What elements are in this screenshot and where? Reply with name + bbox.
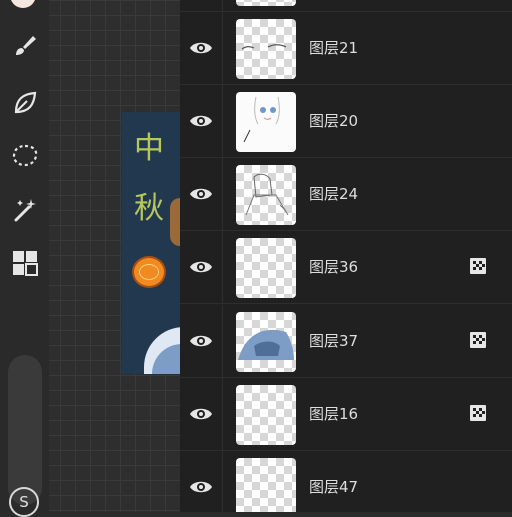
layer-name: 图层47 (309, 478, 359, 496)
layer-row-partial[interactable] (180, 0, 512, 12)
layer-name: 图层20 (309, 112, 359, 130)
mooncake (132, 256, 166, 288)
visibility-eye-icon[interactable] (188, 255, 214, 279)
layer-thumbnail (236, 312, 296, 372)
layer-row[interactable]: 图层21 (180, 12, 512, 85)
checker-blend-icon[interactable] (469, 331, 487, 349)
left-toolbar: S (0, 0, 49, 517)
visibility-eye-icon[interactable] (188, 36, 214, 60)
magic-wand-icon[interactable] (10, 195, 40, 225)
layer-thumbnail (236, 385, 296, 445)
artwork-char-2: 秋 (134, 191, 164, 226)
layer-row[interactable]: 图层16 (180, 378, 512, 451)
layer-name: 图层16 (309, 405, 359, 423)
layer-name: 图层36 (309, 258, 359, 276)
visibility-eye-icon[interactable] (188, 182, 214, 206)
layer-name: 图层24 (309, 185, 359, 203)
layers-grid-icon[interactable] (10, 248, 40, 278)
checker-blend-icon[interactable] (469, 257, 487, 275)
lasso-select-icon[interactable] (10, 141, 40, 171)
brush-icon[interactable] (10, 31, 40, 61)
smudge-leaf-icon[interactable] (10, 88, 40, 118)
layer-row[interactable]: 图层20 (180, 85, 512, 158)
modify-button[interactable]: S (9, 487, 39, 517)
layer-thumbnail (236, 92, 296, 152)
layers-panel: 图层21 图层20 图层24 图层36 图层37 图层16 图层47 (180, 0, 512, 512)
visibility-eye-icon[interactable] (188, 329, 214, 353)
layer-thumbnail (236, 19, 296, 79)
layer-thumbnail (236, 165, 296, 225)
visibility-eye-icon[interactable] (188, 402, 214, 426)
artwork-char-1: 中 (134, 131, 164, 166)
layer-thumbnail (236, 458, 296, 512)
visibility-eye-icon[interactable] (188, 475, 214, 499)
color-swatch[interactable] (10, 0, 36, 8)
checker-blend-icon[interactable] (469, 404, 487, 422)
layer-thumbnail (236, 238, 296, 298)
layer-thumbnail (236, 0, 296, 6)
layer-row[interactable]: 图层24 (180, 158, 512, 231)
layer-row[interactable]: 图层37 (180, 305, 512, 378)
layer-row[interactable]: 图层36 (180, 231, 512, 304)
layer-row[interactable]: 图层47 (180, 451, 512, 512)
brush-size-slider[interactable] (8, 355, 42, 505)
visibility-eye-icon[interactable] (188, 109, 214, 133)
layer-name: 图层21 (309, 39, 359, 57)
layer-name: 图层37 (309, 332, 359, 350)
